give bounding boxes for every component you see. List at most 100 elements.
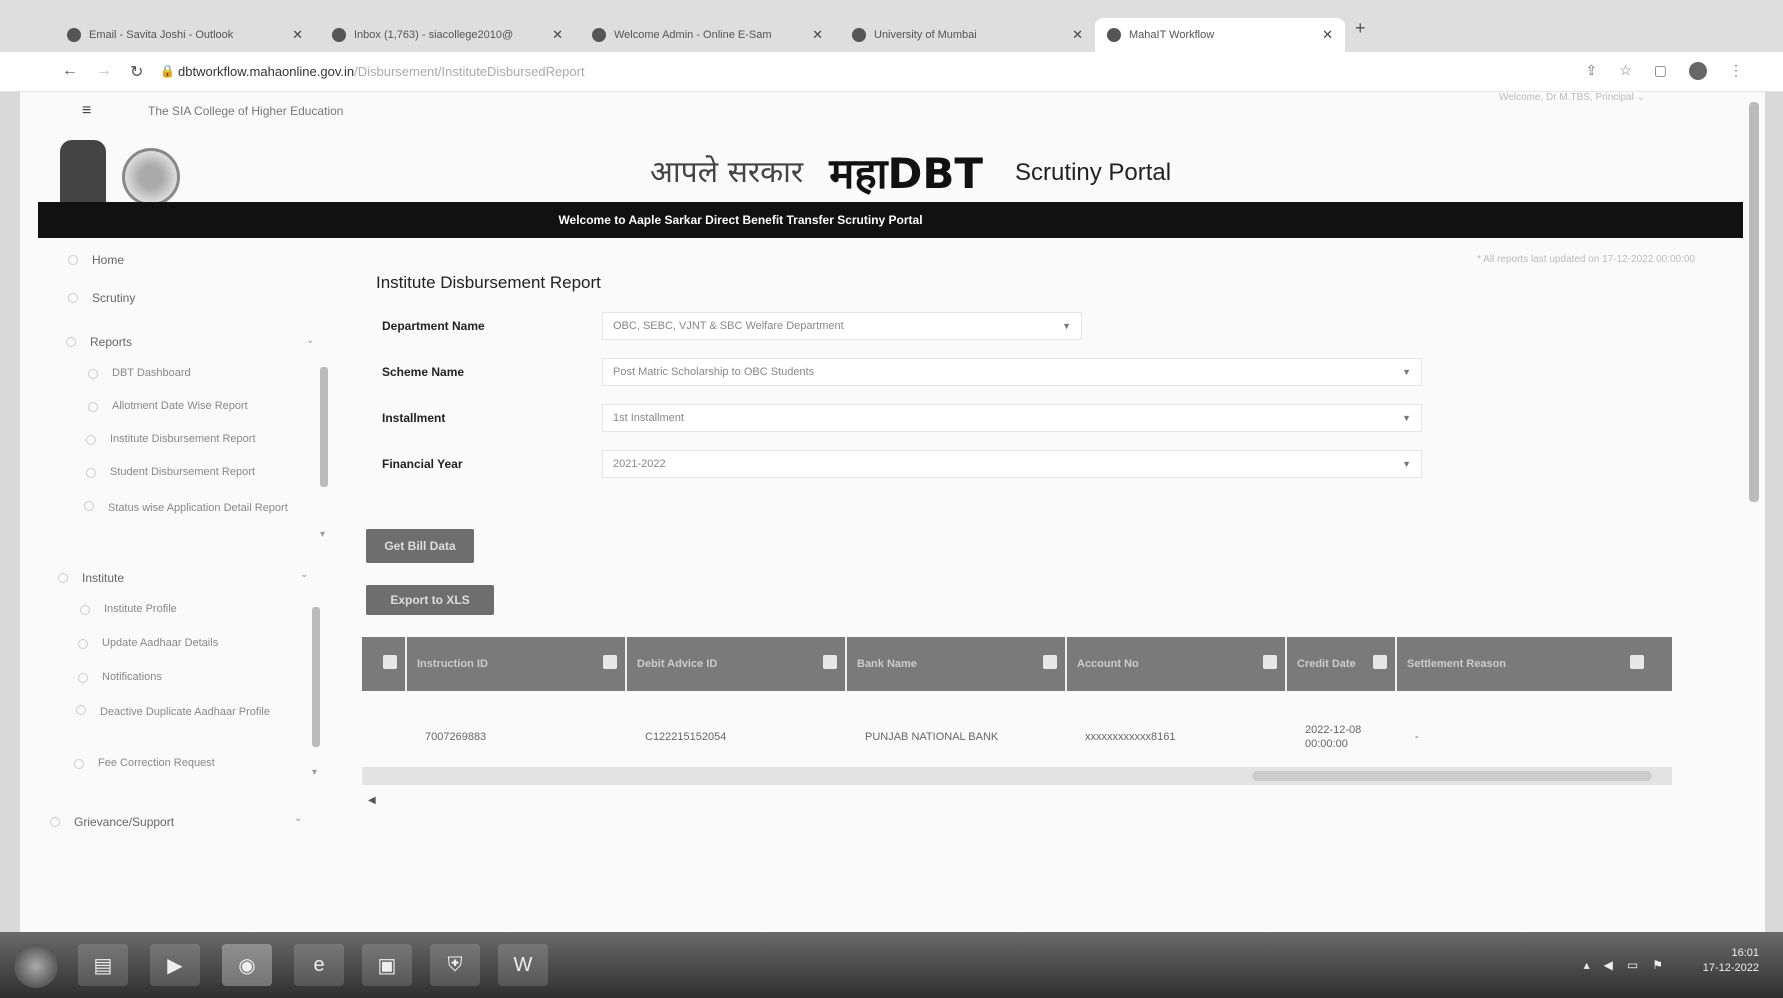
url-field[interactable]: dbtworkflow.mahaonline.gov.in/Disburseme… [178,64,585,79]
back-icon[interactable]: ← [62,62,78,80]
more-menu-icon[interactable]: ⋮ [1729,62,1743,80]
scroll-thumb[interactable] [1252,771,1652,781]
installment-select[interactable]: 1st Installment ▼ [602,404,1422,432]
chevron-down-icon[interactable]: ⌄ [306,335,314,346]
col-header-account-no[interactable]: Account No [1067,637,1287,691]
new-tab-icon[interactable]: + [1355,18,1366,39]
word-icon[interactable]: W [498,944,548,986]
sidebar-item-grievance[interactable]: Grievance/Support [50,815,174,829]
col-header-settlement-reason[interactable]: Settlement Reason [1397,637,1652,691]
browser-tab-gmail[interactable]: Inbox (1,763) - siacollege2010@ ✕ [320,18,575,52]
table-row[interactable]: 7007269883 C122215152054 PUNJAB NATIONAL… [362,717,1672,757]
chevron-down-icon: ▼ [1402,459,1411,469]
sidebar: Home Scrutiny Reports ⌄ DBT Dashboard Al… [38,247,328,917]
scheme-label: Scheme Name [382,365,465,379]
sidebar-item-institute-profile[interactable]: Institute Profile [80,603,177,615]
chevron-down-icon[interactable]: ▾ [320,529,325,540]
scheme-select[interactable]: Post Matric Scholarship to OBC Students ▼ [602,358,1422,386]
sidebar-item-institute-disbursement[interactable]: Institute Disbursement Report [86,433,256,445]
internet-explorer-icon[interactable]: e [294,944,344,986]
sidebar-item-student-disbursement[interactable]: Student Disbursement Report [86,466,255,478]
browser-tab-workflow[interactable]: MahaIT Workflow ✕ [1095,18,1345,52]
star-icon[interactable]: ☆ [1619,62,1632,80]
filter-checkbox[interactable] [1263,655,1277,669]
media-player-icon[interactable]: ▶ [150,944,200,986]
sidebar-item-label: Student Disbursement Report [110,466,255,478]
clock[interactable]: 16:01 17-12-2022 [1703,946,1759,976]
sidebar-item-home[interactable]: Home [68,253,124,267]
sidebar-item-fee-correction[interactable]: Fee Correction Request [74,757,215,769]
financial-year-select[interactable]: 2021-2022 ▼ [602,450,1422,478]
sidebar-item-label: DBT Dashboard [112,367,191,379]
file-explorer-icon[interactable]: ▤ [78,944,128,986]
sidebar-reports-scrollbar[interactable] [320,367,328,487]
chrome-icon[interactable]: ◉ [222,944,272,986]
col-header-credit-date[interactable]: Credit Date [1287,637,1397,691]
page-vertical-scrollbar[interactable] [1749,102,1759,502]
col-header-instruction-id[interactable]: Instruction ID [407,637,627,691]
sidebar-item-notifications[interactable]: Notifications [78,671,162,683]
close-tab-icon[interactable]: ✕ [1072,27,1083,43]
financial-year-row: Financial Year 2021-2022 ▼ [382,449,1422,479]
col-header-bank-name[interactable]: Bank Name [847,637,1067,691]
scroll-left-icon[interactable]: ◀ [368,795,376,806]
select-all-checkbox[interactable] [383,655,397,669]
url-path: /Disbursement/InstituteDisbursedReport [354,64,585,79]
table-horizontal-scrollbar[interactable] [362,767,1672,785]
chevron-down-icon[interactable]: ⌄ [300,569,308,580]
close-tab-icon[interactable]: ✕ [292,27,303,43]
reload-icon[interactable]: ↻ [130,62,143,82]
scrutiny-icon [68,293,78,303]
financial-year-value: 2021-2022 [613,458,666,470]
sidebar-institute-scrollbar[interactable] [312,607,320,747]
col-header-debit-advice-id[interactable]: Debit Advice ID [627,637,847,691]
circle-icon [86,468,96,478]
forward-icon[interactable]: → [96,62,112,80]
chevron-down-icon: ▼ [1402,367,1411,377]
sidepanel-icon[interactable]: ▢ [1654,62,1667,80]
filter-checkbox[interactable] [603,655,617,669]
browser-tab-esam[interactable]: Welcome Admin - Online E-Sam ✕ [580,18,835,52]
url-host: dbtworkflow.mahaonline.gov.in [178,64,355,79]
profile-avatar-icon[interactable] [1689,62,1707,80]
sidebar-item-label: Allotment Date Wise Report [112,400,248,412]
sidebar-item-institute[interactable]: Institute [58,571,124,585]
tray-up-arrow-icon[interactable]: ▴ [1584,958,1590,972]
application-icon[interactable]: ▣ [362,944,412,986]
chevron-down-icon[interactable]: ⌄ [294,813,302,824]
cell-bank-name: PUNJAB NATIONAL BANK [865,731,999,743]
sidebar-item-reports[interactable]: Reports [66,335,132,349]
reports-icon [66,337,76,347]
flag-icon[interactable]: ⚑ [1652,958,1663,972]
start-button[interactable] [14,944,58,988]
sidebar-item-status-wise-report[interactable]: Status wise Application Detail Report [84,499,304,517]
chevron-down-icon[interactable]: ▾ [312,767,317,778]
filter-checkbox[interactable] [1630,655,1644,669]
volume-icon[interactable]: ◀ [1604,958,1613,972]
browser-tab-university[interactable]: University of Mumbai ✕ [840,18,1095,52]
sidebar-item-update-aadhaar[interactable]: Update Aadhaar Details [78,637,218,649]
filter-checkbox[interactable] [1373,655,1387,669]
network-icon[interactable]: ▭ [1627,958,1638,972]
export-xls-button[interactable]: Export to XLS [366,585,494,615]
sidebar-item-scrutiny[interactable]: Scrutiny [68,291,135,305]
emblem-logo [60,140,106,210]
welcome-user-dropdown[interactable]: Welcome, Dr M.TBS, Principal ⌄ [1499,92,1645,103]
share-icon[interactable]: ⇪ [1585,62,1597,80]
sidebar-item-deactive-duplicate[interactable]: Deactive Duplicate Aadhaar Profile [76,703,296,721]
hamburger-menu-icon[interactable]: ≡ [82,102,91,120]
filter-checkbox[interactable] [823,655,837,669]
welcome-banner-text: Welcome to Aaple Sarkar Direct Benefit T… [558,213,923,227]
close-tab-icon[interactable]: ✕ [552,27,563,43]
circle-icon [84,501,94,511]
close-tab-icon[interactable]: ✕ [812,27,823,43]
sidebar-item-dbt-dashboard[interactable]: DBT Dashboard [88,367,191,379]
filter-checkbox[interactable] [1043,655,1057,669]
get-bill-data-button[interactable]: Get Bill Data [366,529,474,563]
sidebar-item-allotment-report[interactable]: Allotment Date Wise Report [88,400,248,412]
globe-icon [852,28,866,42]
browser-tab-outlook[interactable]: Email - Savita Joshi - Outlook ✕ [55,18,315,52]
shield-icon[interactable]: ⛨ [430,944,480,986]
department-select[interactable]: OBC, SEBC, VJNT & SBC Welfare Department… [602,312,1082,340]
close-tab-icon[interactable]: ✕ [1322,27,1333,43]
